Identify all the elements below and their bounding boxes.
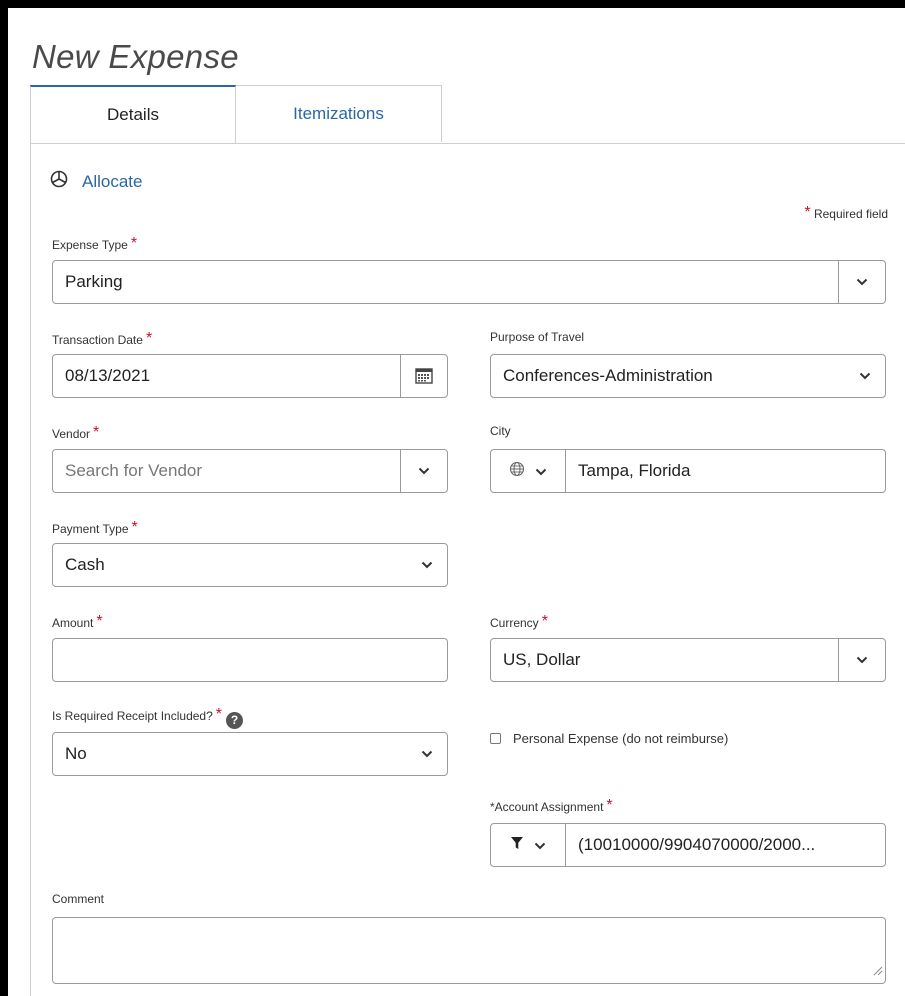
amount-label: Amount * [52, 613, 103, 631]
city-location-selector[interactable] [491, 450, 566, 492]
chevron-down-icon[interactable] [838, 261, 885, 303]
account-assignment-label: *Account Assignment * [490, 797, 613, 815]
receipt-included-select[interactable]: No [52, 732, 448, 776]
expense-form-page: New Expense Details Itemizations Allocat… [8, 8, 905, 996]
tab-details[interactable]: Details [30, 85, 236, 143]
purpose-of-travel-label: Purpose of Travel [490, 330, 585, 344]
account-filter-selector[interactable] [491, 824, 566, 866]
chevron-down-icon[interactable] [400, 450, 447, 492]
allocate-icon [50, 170, 82, 193]
chevron-down-icon [845, 372, 885, 380]
account-assignment-value: (10010000/9904070000/2000... [578, 835, 816, 854]
chevron-down-icon [407, 561, 447, 569]
required-marker: * [93, 424, 100, 441]
required-marker: * [131, 519, 138, 536]
required-field-note: * Required field [801, 204, 888, 222]
currency-label: Currency * [490, 613, 548, 631]
chevron-down-icon [407, 750, 447, 758]
payment-type-label: Payment Type * [52, 519, 138, 537]
currency-value: US, Dollar [503, 650, 581, 669]
comment-label: Comment [52, 892, 105, 906]
required-field-text: Required field [813, 207, 888, 221]
comment-textarea[interactable] [52, 917, 886, 984]
transaction-date-label: Transaction Date * [52, 330, 152, 348]
expense-type-label-text: Expense Type [52, 238, 128, 252]
transaction-date-value: 08/13/2021 [65, 366, 151, 385]
currency-select[interactable]: US, Dollar [490, 638, 886, 682]
required-marker: * [215, 706, 222, 723]
payment-type-value: Cash [65, 555, 105, 574]
receipt-included-value: No [65, 744, 87, 763]
page-title: New Expense [32, 38, 239, 75]
chevron-down-icon[interactable] [838, 639, 885, 681]
personal-expense-option[interactable]: Personal Expense (do not reimburse) [490, 731, 728, 746]
required-marker: * [541, 613, 548, 630]
expense-type-label: Expense Type * [52, 235, 137, 253]
vendor-label-text: Vendor [52, 427, 91, 441]
receipt-included-label: Is Required Receipt Included? *? [52, 706, 243, 729]
help-icon[interactable]: ? [226, 711, 243, 729]
tab-strip: Details Itemizations [30, 85, 905, 144]
amount-label-text: Amount [52, 616, 94, 630]
vendor-placeholder: Search for Vendor [65, 461, 203, 480]
transaction-date-input[interactable]: 08/13/2021 [52, 354, 448, 398]
required-marker: * [606, 797, 613, 814]
required-marker: * [804, 204, 811, 221]
calendar-icon[interactable] [400, 355, 447, 397]
vendor-search-input[interactable]: Search for Vendor [52, 449, 448, 493]
payment-type-label-text: Payment Type [52, 522, 129, 536]
city-label: City [490, 424, 511, 438]
account-assignment-input[interactable]: (10010000/9904070000/2000... [490, 823, 886, 867]
currency-label-text: Currency [490, 616, 539, 630]
purpose-of-travel-select[interactable]: Conferences-Administration [490, 354, 886, 398]
account-assignment-label-text: *Account Assignment [490, 800, 604, 814]
allocate-label: Allocate [82, 171, 143, 191]
vendor-label: Vendor * [52, 424, 99, 442]
purpose-of-travel-value: Conferences-Administration [503, 366, 713, 385]
chevron-down-icon [535, 461, 547, 481]
amount-input[interactable] [52, 638, 448, 682]
expense-type-value: Parking [65, 272, 123, 291]
personal-expense-checkbox[interactable] [490, 733, 501, 744]
required-marker: * [145, 330, 153, 347]
chevron-down-icon [534, 835, 546, 855]
payment-type-select[interactable]: Cash [52, 543, 448, 587]
tab-itemizations[interactable]: Itemizations [236, 85, 442, 142]
globe-icon [509, 461, 525, 482]
required-marker: * [96, 613, 103, 630]
receipt-included-label-text: Is Required Receipt Included? [52, 709, 213, 723]
allocate-link[interactable]: Allocate [50, 170, 142, 193]
filter-icon [510, 835, 524, 855]
city-value: Tampa, Florida [578, 461, 691, 480]
city-input[interactable]: Tampa, Florida [490, 449, 886, 493]
required-marker: * [130, 235, 138, 252]
personal-expense-label: Personal Expense (do not reimburse) [513, 731, 729, 746]
expense-type-select[interactable]: Parking [52, 260, 886, 304]
content-left-border [30, 143, 31, 996]
transaction-date-label-text: Transaction Date [52, 333, 143, 347]
resize-grip-icon[interactable] [873, 963, 883, 981]
